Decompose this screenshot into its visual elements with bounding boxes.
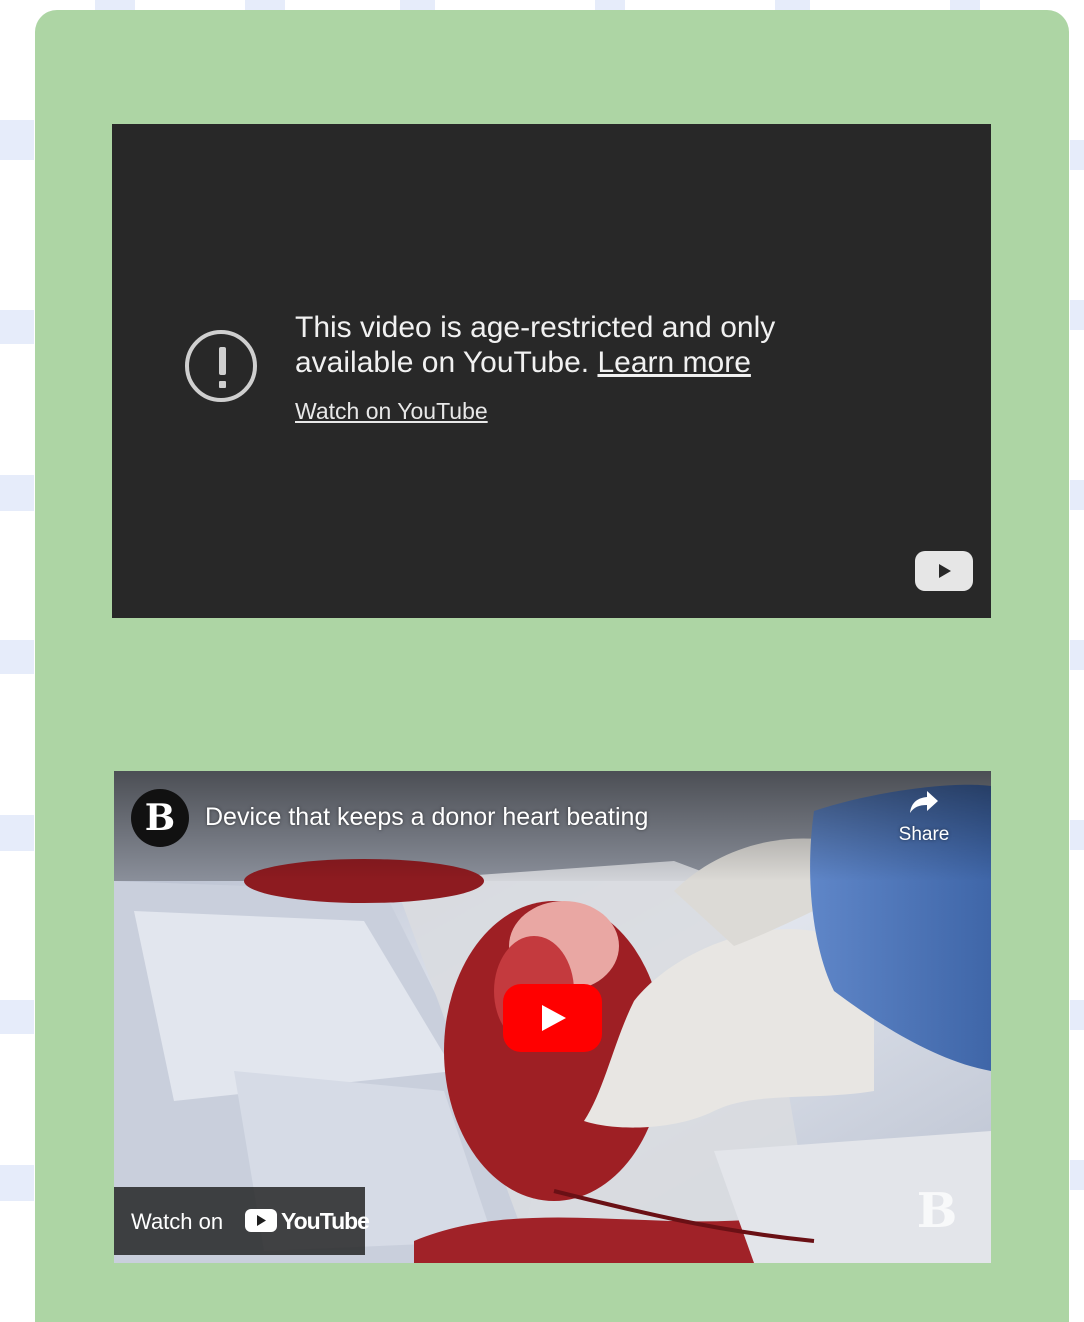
video-title[interactable]: Device that keeps a donor heart beating <box>205 803 648 832</box>
channel-avatar[interactable]: B <box>131 789 189 847</box>
watch-on-youtube-button[interactable]: Watch on YouTube <box>114 1187 370 1255</box>
message-line-1: This video is age-restricted and only <box>295 311 776 344</box>
learn-more-link[interactable]: Learn more <box>597 346 750 379</box>
age-restricted-message: This video is age-restricted and only av… <box>295 310 915 380</box>
alert-circle-icon <box>185 330 257 402</box>
watch-on-label: Watch on <box>131 1209 224 1234</box>
message-line-2: available on YouTube. <box>295 346 590 379</box>
share-arrow-icon <box>910 791 938 813</box>
channel-watermark: B <box>916 1183 958 1239</box>
play-icon <box>542 1005 566 1031</box>
youtube-wordmark: YouTube <box>281 1208 370 1234</box>
video-player[interactable]: B Device that keeps a donor heart beatin… <box>114 771 991 1263</box>
share-label: Share <box>898 824 950 845</box>
youtube-play-icon <box>245 1209 277 1232</box>
youtube-logo-icon[interactable] <box>915 551 973 591</box>
play-button[interactable] <box>503 984 602 1052</box>
share-button[interactable]: Share <box>889 789 959 846</box>
watch-on-youtube-link[interactable]: Watch on YouTube <box>295 398 488 425</box>
